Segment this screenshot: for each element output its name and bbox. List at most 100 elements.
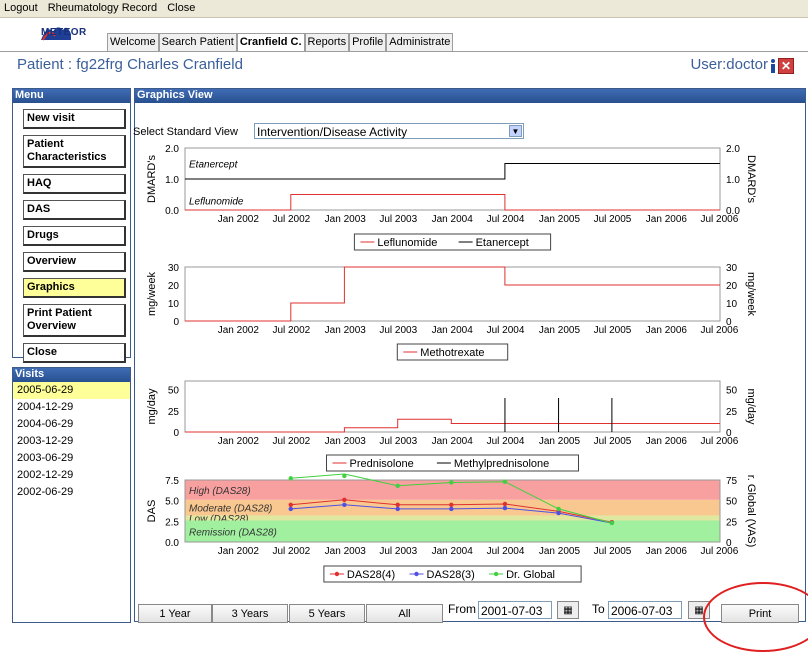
- data-point: [449, 480, 454, 485]
- x-tick-label: Jan 2003: [325, 546, 367, 557]
- y-tick-label: 0.0: [165, 538, 179, 549]
- legend-label: DAS28(3): [427, 569, 475, 581]
- data-point: [502, 505, 508, 511]
- y-axis-label-right: r. Global (VAS): [745, 475, 757, 548]
- data-point: [342, 497, 347, 503]
- legend-marker: [493, 571, 499, 577]
- x-tick-label: Jul 2005: [594, 214, 632, 225]
- range-5-years-button[interactable]: 5 Years: [289, 604, 365, 623]
- legend-label: Prednisolone: [350, 458, 414, 470]
- x-tick-label: Jul 2002: [272, 214, 310, 225]
- x-tick-label: Jul 2004: [487, 436, 525, 447]
- legend-marker: [414, 571, 419, 577]
- y-tick-label-right: 1.0: [726, 175, 740, 186]
- x-tick-label: Jan 2006: [646, 436, 688, 447]
- y-tick-label: 5.0: [165, 497, 179, 508]
- data-point: [288, 476, 293, 481]
- x-tick-label: Jan 2006: [646, 546, 688, 557]
- legend-label: Methotrexate: [420, 347, 484, 359]
- band-label: High (DAS28): [189, 486, 251, 497]
- y-tick-label-right: 20: [726, 281, 738, 292]
- legend-label: Methylprednisolone: [454, 458, 549, 470]
- series-line: [185, 194, 720, 211]
- to-date-input[interactable]: 2006-07-03: [608, 601, 682, 619]
- y-tick-label: 50: [168, 386, 180, 397]
- from-calendar-icon[interactable]: ▦: [557, 601, 579, 619]
- to-label: To: [592, 602, 605, 616]
- data-point: [556, 506, 561, 512]
- y-axis-label-right: mg/day: [745, 388, 757, 425]
- x-tick-label: Jul 2003: [379, 325, 417, 336]
- y-tick-label: 30: [168, 263, 180, 274]
- data-point: [609, 520, 615, 526]
- x-tick-label: Jan 2005: [539, 325, 581, 336]
- series-line: [185, 418, 720, 433]
- x-tick-label: Jan 2004: [432, 325, 474, 336]
- x-tick-label: Jul 2004: [487, 214, 525, 225]
- x-tick-label: Jan 2002: [218, 325, 260, 336]
- y-tick-label: 0.0: [165, 206, 179, 217]
- charts-area: 0.0 0.0 1.0 1.0 2.0 2.0 DMARD's DMARD's Jan 2002…: [146, 144, 757, 583]
- data-point: [449, 506, 454, 512]
- range-3-years-button[interactable]: 3 Years: [212, 604, 288, 623]
- x-tick-label: Jan 2002: [218, 214, 260, 225]
- x-tick-label: Jan 2006: [646, 214, 688, 225]
- data-point: [288, 502, 293, 507]
- x-tick-label: Jul 2006: [701, 214, 739, 225]
- y-tick-label-right: 50: [726, 386, 738, 397]
- das-band: [185, 515, 720, 521]
- x-tick-label: Jan 2006: [646, 325, 688, 336]
- chart-annotation: Leflunomide: [189, 197, 244, 208]
- y-tick-label-right: 25: [726, 407, 738, 418]
- y-tick-label-right: 25: [726, 517, 738, 528]
- y-tick-label-right: 10: [726, 299, 738, 310]
- range-1-year-button[interactable]: 1 Year: [138, 604, 212, 623]
- x-tick-label: Jan 2003: [325, 436, 367, 447]
- chart-annotation: Etanercept: [189, 160, 239, 171]
- x-tick-label: Jan 2004: [432, 546, 474, 557]
- x-tick-label: Jul 2004: [487, 325, 525, 336]
- y-axis-label-right: DMARD's: [745, 155, 757, 203]
- x-tick-label: Jul 2003: [379, 546, 417, 557]
- x-tick-label: Jul 2005: [594, 546, 632, 557]
- x-tick-label: Jan 2003: [325, 214, 367, 225]
- y-tick-label: 10: [168, 299, 180, 310]
- x-tick-label: Jul 2002: [272, 546, 310, 557]
- x-tick-label: Jan 2005: [539, 546, 581, 557]
- y-tick-label-right: 30: [726, 263, 738, 274]
- x-tick-label: Jan 2003: [325, 325, 367, 336]
- y-tick-label-right: 75: [726, 476, 738, 487]
- y-axis-label: DMARD's: [146, 155, 158, 203]
- band-label: Remission (DAS28): [189, 527, 277, 538]
- y-tick-label: 2.0: [165, 144, 179, 155]
- legend-label: Leflunomide: [377, 237, 437, 249]
- from-date-input[interactable]: 2001-07-03: [478, 601, 552, 619]
- x-tick-label: Jan 2002: [218, 546, 260, 557]
- y-axis-label-right: mg/week: [745, 272, 757, 317]
- x-tick-label: Jul 2003: [379, 436, 417, 447]
- x-tick-label: Jul 2003: [379, 214, 417, 225]
- annotation-circle: [703, 582, 808, 652]
- data-point: [449, 502, 454, 507]
- legend-label: DAS28(4): [347, 569, 395, 581]
- x-tick-label: Jul 2006: [701, 546, 739, 557]
- y-tick-label: 20: [168, 281, 180, 292]
- data-point: [395, 502, 400, 507]
- x-tick-label: Jan 2005: [539, 436, 581, 447]
- data-point: [288, 506, 293, 512]
- plot-frame: [184, 380, 721, 433]
- x-tick-label: Jul 2002: [272, 436, 310, 447]
- data-point: [395, 506, 400, 512]
- x-tick-label: Jan 2002: [218, 436, 260, 447]
- legend-label: Dr. Global: [506, 569, 555, 581]
- data-point: [502, 501, 508, 507]
- x-tick-label: Jul 2005: [594, 436, 632, 447]
- y-tick-label-right: 2.0: [726, 144, 740, 155]
- data-point: [342, 502, 347, 507]
- x-tick-label: Jan 2005: [539, 214, 581, 225]
- plot-frame: [184, 266, 721, 322]
- x-tick-label: Jul 2006: [701, 436, 739, 447]
- range-all-button[interactable]: All: [366, 604, 443, 623]
- data-point: [395, 483, 400, 488]
- y-axis-label: mg/week: [146, 271, 158, 316]
